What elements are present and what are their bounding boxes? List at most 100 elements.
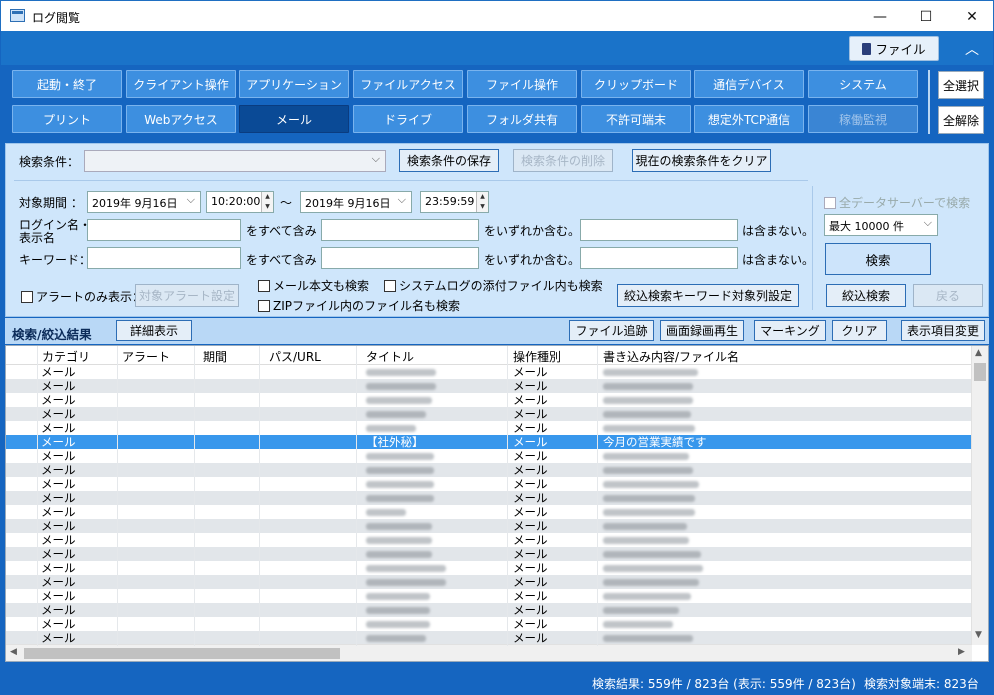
category-file-access-button[interactable]: ファイルアクセス xyxy=(353,70,463,98)
category-uptime-button[interactable]: 稼働監視 xyxy=(808,105,918,133)
table-row[interactable]: メール メール xyxy=(6,603,972,617)
scroll-up-icon[interactable]: ▲ xyxy=(975,348,982,358)
login-all-input[interactable] xyxy=(87,219,241,241)
category-comm-device-button[interactable]: 通信デバイス xyxy=(694,70,804,98)
clear-all-button[interactable]: 全解除 xyxy=(938,106,984,134)
cell-category: メール xyxy=(41,561,76,575)
category-unexpected-tcp-button[interactable]: 想定外TCP通信 xyxy=(694,105,804,133)
condition-select[interactable] xyxy=(84,150,386,172)
header-category[interactable]: カテゴリ xyxy=(42,348,90,365)
table-row[interactable]: メール メール xyxy=(6,365,972,379)
results-grid[interactable]: カテゴリ アラート 期間 パス/URL タイトル 操作種別 書き込み内容/ファイ… xyxy=(5,345,989,662)
search-button[interactable]: 検索 xyxy=(825,243,931,275)
hscroll-thumb[interactable] xyxy=(24,648,340,659)
file-trace-button[interactable]: ファイル追跡 xyxy=(569,320,654,341)
time-to-input[interactable]: 23:59:59 ▲ ▼ xyxy=(420,191,489,213)
table-row[interactable]: メール メール xyxy=(6,449,972,463)
table-row[interactable]: メール メール xyxy=(6,463,972,477)
table-row[interactable]: メール メール xyxy=(6,631,972,645)
screen-replay-button[interactable]: 画面録画再生 xyxy=(660,320,744,341)
maximize-button[interactable]: ☐ xyxy=(903,1,949,32)
narrow-search-button[interactable]: 絞込検索 xyxy=(826,284,906,307)
category-system-button[interactable]: システム xyxy=(808,70,918,98)
detail-view-button[interactable]: 詳細表示 xyxy=(116,320,192,341)
table-row[interactable]: メール メール xyxy=(6,533,972,547)
category-file-op-button[interactable]: ファイル操作 xyxy=(467,70,577,98)
category-unauthorized-device-button[interactable]: 不許可端末 xyxy=(581,105,691,133)
time-from-input[interactable]: 10:20:00 ▲ ▼ xyxy=(206,191,274,213)
category-application-button[interactable]: アプリケーション xyxy=(239,70,349,98)
table-row[interactable]: メール メール xyxy=(6,575,972,589)
cell-category: メール xyxy=(41,505,76,519)
category-drive-button[interactable]: ドライブ xyxy=(353,105,463,133)
table-row[interactable]: メール メール xyxy=(6,421,972,435)
date-to-picker[interactable]: 2019年 9月16日 xyxy=(300,191,412,213)
header-title[interactable]: タイトル xyxy=(366,348,414,365)
clear-marking-button[interactable]: クリア xyxy=(832,320,887,341)
table-row[interactable]: メール メール xyxy=(6,491,972,505)
alert-only-checkbox[interactable]: アラートのみ表示： xyxy=(21,288,144,305)
cell-title-redacted xyxy=(366,365,436,379)
all-contain-label: をすべて含み xyxy=(246,224,317,238)
close-button[interactable]: ✕ xyxy=(949,1,994,32)
header-period[interactable]: 期間 xyxy=(203,348,227,365)
minimize-button[interactable]: — xyxy=(857,1,903,32)
cell-content-redacted xyxy=(603,533,689,547)
category-mail-button[interactable]: メール xyxy=(239,105,349,133)
marking-button[interactable]: マーキング xyxy=(754,320,826,341)
horizontal-scrollbar[interactable]: ◀ ▶ xyxy=(6,644,972,661)
select-all-button[interactable]: 全選択 xyxy=(938,71,984,99)
alert-setting-button[interactable]: 対象アラート設定 xyxy=(135,284,239,307)
table-row[interactable]: メール メール xyxy=(6,393,972,407)
login-any-input[interactable] xyxy=(321,219,479,241)
table-row[interactable]: メール メール 【社外秘】 今月の営業実績です xyxy=(6,435,972,449)
login-not-input[interactable] xyxy=(580,219,738,241)
table-row[interactable]: メール メール xyxy=(6,407,972,421)
column-settings-button[interactable]: 表示項目変更 xyxy=(901,320,985,341)
category-print-button[interactable]: プリント xyxy=(12,105,122,133)
category-client-op-button[interactable]: クライアント操作 xyxy=(126,70,236,98)
spinner-icon[interactable]: ▲ ▼ xyxy=(476,192,488,212)
spinner-icon[interactable]: ▲ ▼ xyxy=(261,192,273,212)
header-path[interactable]: パス/URL xyxy=(269,348,321,365)
clear-condition-button[interactable]: 現在の検索条件をクリア xyxy=(632,149,771,172)
scroll-down-icon[interactable]: ▼ xyxy=(975,630,982,640)
header-alert[interactable]: アラート xyxy=(122,348,170,365)
table-row[interactable]: メール メール xyxy=(6,379,972,393)
keyword-all-input[interactable] xyxy=(87,247,241,269)
scroll-left-icon[interactable]: ◀ xyxy=(10,647,17,657)
file-menu-button[interactable]: ファイル xyxy=(849,36,939,61)
table-row[interactable]: メール メール xyxy=(6,477,972,491)
table-row[interactable]: メール メール xyxy=(6,519,972,533)
keyword-any-input[interactable] xyxy=(321,247,479,269)
syslog-attach-checkbox[interactable]: システムログの添付ファイル内も検索 xyxy=(384,277,603,294)
cell-category: メール xyxy=(41,519,76,533)
back-button[interactable]: 戻る xyxy=(913,284,983,307)
table-row[interactable]: メール メール xyxy=(6,561,972,575)
mail-body-checkbox[interactable]: メール本文も検索 xyxy=(258,277,369,294)
date-from-picker[interactable]: 2019年 9月16日 xyxy=(87,191,201,213)
category-folder-share-button[interactable]: フォルダ共有 xyxy=(467,105,577,133)
max-rows-select[interactable]: 最大 10000 件 xyxy=(824,214,938,236)
results-title: 検索/絞込結果 xyxy=(12,327,92,342)
scroll-right-icon[interactable]: ▶ xyxy=(958,647,965,657)
category-web-access-button[interactable]: Webアクセス xyxy=(126,105,236,133)
delete-condition-button[interactable]: 検索条件の削除 xyxy=(513,149,613,172)
scroll-thumb[interactable] xyxy=(974,363,986,381)
cell-content-redacted xyxy=(603,477,699,491)
table-row[interactable]: メール メール xyxy=(6,505,972,519)
save-condition-button[interactable]: 検索条件の保存 xyxy=(399,149,499,172)
narrow-keyword-setting-button[interactable]: 絞込検索キーワード対象列設定 xyxy=(617,284,799,307)
table-row[interactable]: メール メール xyxy=(6,547,972,561)
category-startup-button[interactable]: 起動・終了 xyxy=(12,70,122,98)
category-clipboard-button[interactable]: クリップボード xyxy=(581,70,691,98)
table-row[interactable]: メール メール xyxy=(6,589,972,603)
header-content[interactable]: 書き込み内容/ファイル名 xyxy=(603,348,739,365)
zip-names-checkbox[interactable]: ZIPファイル内のファイル名も検索 xyxy=(258,297,460,314)
keyword-not-input[interactable] xyxy=(580,247,738,269)
table-row[interactable]: メール メール xyxy=(6,617,972,631)
all-servers-checkbox[interactable]: 全データサーバーで検索 xyxy=(824,194,970,211)
header-operation[interactable]: 操作種別 xyxy=(513,348,561,365)
vertical-scrollbar[interactable]: ▲ ▼ xyxy=(971,346,988,645)
collapse-icon[interactable]: ︿ xyxy=(965,39,979,59)
